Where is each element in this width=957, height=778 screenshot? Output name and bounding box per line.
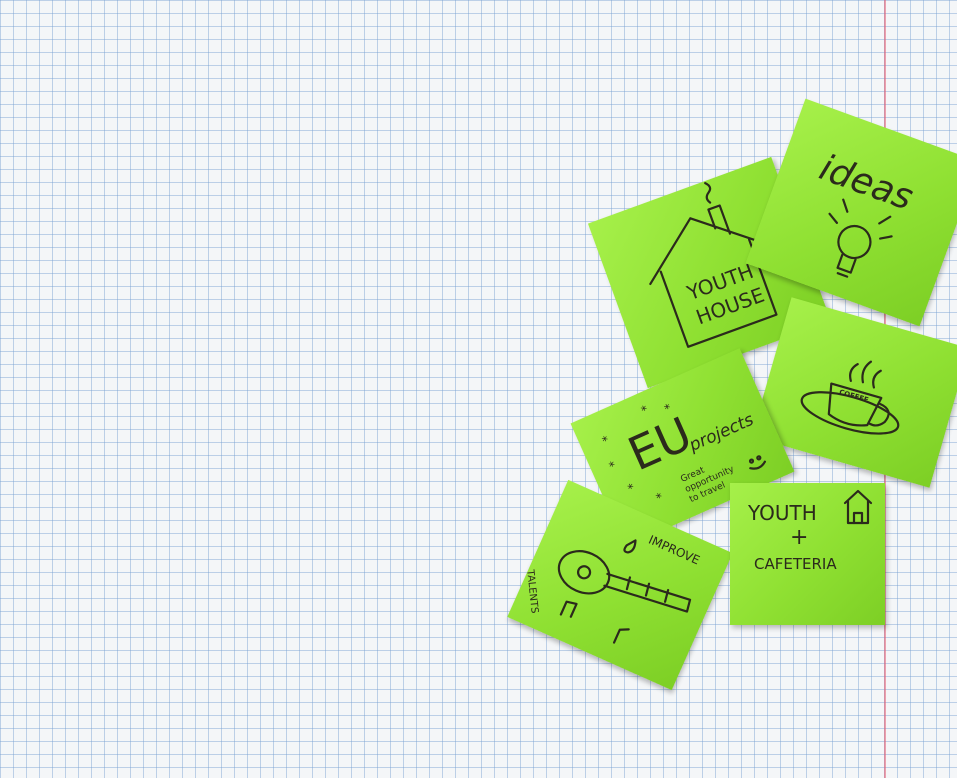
cafeteria-plus: + <box>790 525 809 550</box>
svg-text:*: * <box>626 481 637 496</box>
svg-text:*: * <box>607 458 618 473</box>
svg-text:*: * <box>600 433 611 448</box>
house-icon <box>843 489 873 525</box>
sticky-note-youth-cafeteria: YOUTH + CAFETERIA <box>730 483 885 625</box>
svg-text:*: * <box>662 401 673 416</box>
svg-text:*: * <box>654 490 665 505</box>
svg-text:*: * <box>639 403 650 418</box>
cafeteria-label: CAFETERIA <box>754 555 837 573</box>
